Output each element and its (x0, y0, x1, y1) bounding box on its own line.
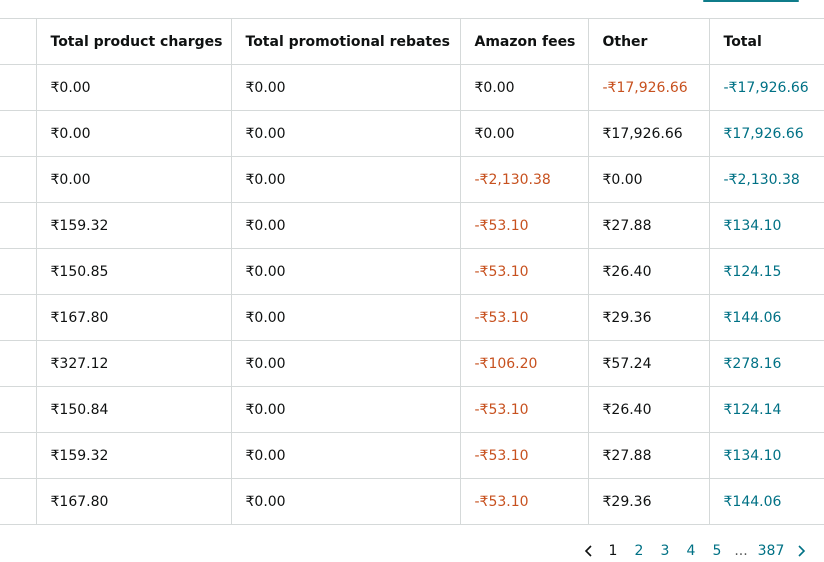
cell-promotional-rebates: ₹0.00 (230, 294, 461, 341)
table-row: ₹150.85 ₹0.00 -₹53.10 ₹26.40 ₹124.15 (0, 248, 824, 295)
cell-product-charges: ₹167.80 (35, 294, 232, 341)
table-row: ₹327.12 ₹0.00 -₹106.20 ₹57.24 ₹278.16 (0, 340, 824, 387)
column-header-other[interactable]: Other (587, 18, 710, 65)
cell-promotional-rebates: ₹0.00 (230, 248, 461, 295)
column-header-promotional-rebates[interactable]: Total promotional rebates (230, 18, 461, 65)
table-cell-truncated (0, 156, 37, 203)
cell-other: ₹27.88 (587, 432, 710, 479)
cell-amazon-fees: -₹53.10 (459, 478, 589, 525)
table-cell-truncated (0, 432, 37, 479)
cell-amazon-fees: -₹53.10 (459, 386, 589, 433)
cell-amazon-fees: -₹53.10 (459, 294, 589, 341)
table-cell-truncated (0, 202, 37, 249)
cell-promotional-rebates: ₹0.00 (230, 432, 461, 479)
cell-total: ₹144.06 (708, 294, 824, 341)
cell-promotional-rebates: ₹0.00 (230, 386, 461, 433)
cell-total: ₹124.14 (708, 386, 824, 433)
table-row: ₹0.00 ₹0.00 ₹0.00 ₹17,926.66 ₹17,926.66 (0, 110, 824, 157)
cell-amazon-fees: ₹0.00 (459, 110, 589, 157)
cell-promotional-rebates: ₹0.00 (230, 202, 461, 249)
cell-promotional-rebates: ₹0.00 (230, 156, 461, 203)
table-row: ₹150.84 ₹0.00 -₹53.10 ₹26.40 ₹124.14 (0, 386, 824, 433)
cell-amazon-fees: -₹106.20 (459, 340, 589, 387)
cell-total: ₹134.10 (708, 202, 824, 249)
page-5-link[interactable]: 5 (704, 543, 730, 559)
cell-product-charges: ₹167.80 (35, 478, 232, 525)
table-row: ₹0.00 ₹0.00 -₹2,130.38 ₹0.00 -₹2,130.38 (0, 156, 824, 203)
cell-promotional-rebates: ₹0.00 (230, 340, 461, 387)
chevron-left-icon[interactable] (578, 542, 600, 561)
cell-amazon-fees: ₹0.00 (459, 64, 589, 111)
column-header-amazon-fees[interactable]: Amazon fees (459, 18, 589, 65)
column-header-total[interactable]: Total (708, 18, 824, 65)
cell-product-charges: ₹0.00 (35, 110, 232, 157)
cell-amazon-fees: -₹53.10 (459, 202, 589, 249)
pagination-ellipsis: ... (734, 543, 748, 559)
table-cell-truncated (0, 248, 37, 295)
table-row: ₹159.32 ₹0.00 -₹53.10 ₹27.88 ₹134.10 (0, 202, 824, 249)
cell-total: ₹144.06 (708, 478, 824, 525)
cell-other: ₹57.24 (587, 340, 710, 387)
cell-product-charges: ₹0.00 (35, 64, 232, 111)
top-button-edge (703, 0, 799, 2)
table-header-row: Total product charges Total promotional … (0, 18, 824, 65)
column-header-truncated (0, 18, 37, 65)
chevron-right-icon[interactable] (790, 542, 812, 561)
table-row: ₹0.00 ₹0.00 ₹0.00 -₹17,926.66 -₹17,926.6… (0, 64, 824, 111)
table-cell-truncated (0, 340, 37, 387)
cell-amazon-fees: -₹53.10 (459, 248, 589, 295)
cell-total: ₹134.10 (708, 432, 824, 479)
cell-other: ₹29.36 (587, 294, 710, 341)
table-cell-truncated (0, 478, 37, 525)
transactions-table: Total product charges Total promotional … (0, 18, 824, 525)
cell-product-charges: ₹150.85 (35, 248, 232, 295)
cell-product-charges: ₹159.32 (35, 432, 232, 479)
cell-product-charges: ₹327.12 (35, 340, 232, 387)
table-cell-truncated (0, 110, 37, 157)
cell-promotional-rebates: ₹0.00 (230, 64, 461, 111)
cell-other: ₹29.36 (587, 478, 710, 525)
cell-promotional-rebates: ₹0.00 (230, 110, 461, 157)
page-3-link[interactable]: 3 (652, 543, 678, 559)
cell-total: ₹278.16 (708, 340, 824, 387)
cell-promotional-rebates: ₹0.00 (230, 478, 461, 525)
page-1-link[interactable]: 1 (600, 543, 626, 559)
cell-amazon-fees: -₹53.10 (459, 432, 589, 479)
table-row: ₹159.32 ₹0.00 -₹53.10 ₹27.88 ₹134.10 (0, 432, 824, 479)
cell-other: ₹26.40 (587, 248, 710, 295)
table-row: ₹167.80 ₹0.00 -₹53.10 ₹29.36 ₹144.06 (0, 294, 824, 341)
cell-other: ₹0.00 (587, 156, 710, 203)
page-last-link[interactable]: 387 (752, 543, 790, 559)
table-cell-truncated (0, 64, 37, 111)
cell-other: ₹17,926.66 (587, 110, 710, 157)
table-row: ₹167.80 ₹0.00 -₹53.10 ₹29.36 ₹144.06 (0, 478, 824, 525)
cell-total: ₹17,926.66 (708, 110, 824, 157)
column-header-product-charges[interactable]: Total product charges (35, 18, 232, 65)
table-cell-truncated (0, 294, 37, 341)
cell-other: -₹17,926.66 (587, 64, 710, 111)
cell-amazon-fees: -₹2,130.38 (459, 156, 589, 203)
cell-total: -₹2,130.38 (708, 156, 824, 203)
page-4-link[interactable]: 4 (678, 543, 704, 559)
page-2-link[interactable]: 2 (626, 543, 652, 559)
cell-product-charges: ₹150.84 (35, 386, 232, 433)
cell-total: -₹17,926.66 (708, 64, 824, 111)
table-cell-truncated (0, 386, 37, 433)
pagination: 1 2 3 4 5 ... 387 (578, 541, 812, 561)
cell-other: ₹26.40 (587, 386, 710, 433)
cell-other: ₹27.88 (587, 202, 710, 249)
cell-product-charges: ₹159.32 (35, 202, 232, 249)
cell-total: ₹124.15 (708, 248, 824, 295)
cell-product-charges: ₹0.00 (35, 156, 232, 203)
